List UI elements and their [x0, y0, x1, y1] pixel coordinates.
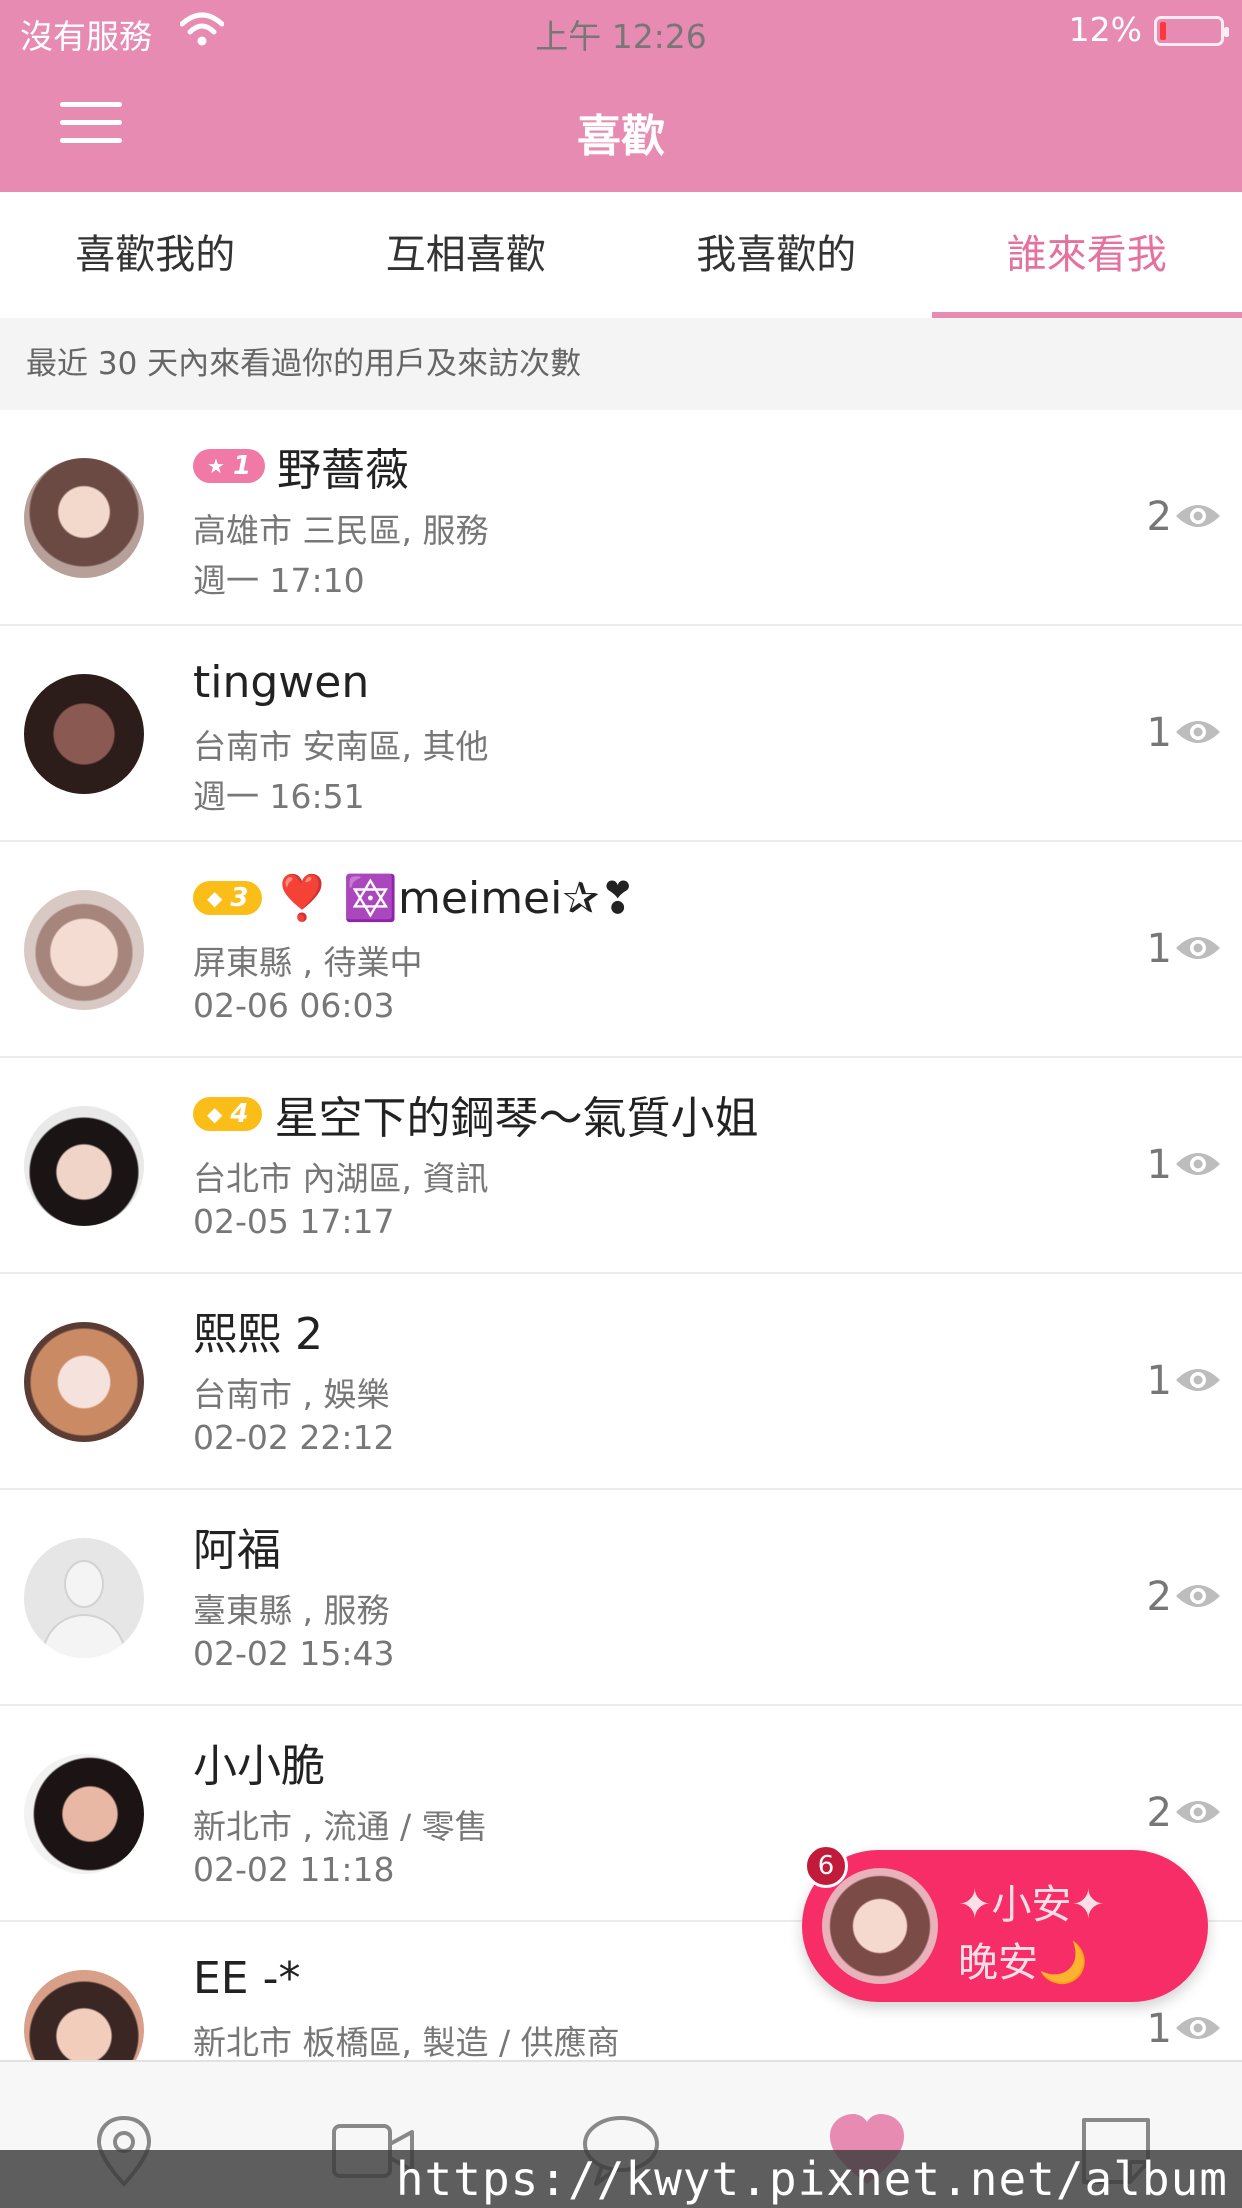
page-title: 喜歡 — [577, 111, 665, 162]
status-time: 上午 12:26 — [535, 17, 707, 56]
level-badge: ◆ 3 — [193, 881, 263, 915]
avatar[interactable] — [24, 1754, 144, 1874]
view-count: 2 — [1146, 1574, 1172, 1620]
visit-time: 02-02 15:43 — [193, 1634, 395, 1673]
user-name: EE -* — [193, 1952, 301, 2004]
user-name: 星空下的鋼琴～氣質小姐 — [274, 1093, 759, 1144]
tab-i-like[interactable]: 我喜歡的 — [621, 192, 932, 318]
view-count: 1 — [1146, 1358, 1172, 1404]
user-detail: 台南市 安南區, 其他 — [193, 727, 489, 766]
eye-icon — [1176, 1585, 1220, 1607]
visit-time: 02-06 06:03 — [193, 986, 395, 1025]
eye-icon — [1176, 937, 1220, 959]
level-badge: ◆ 4 — [193, 1097, 263, 1131]
visit-time: 02-05 17:17 — [193, 1202, 395, 1241]
tab-bar: 喜歡我的 互相喜歡 我喜歡的 誰來看我 — [0, 192, 1242, 318]
eye-icon — [1176, 721, 1220, 743]
avatar[interactable] — [24, 1322, 144, 1442]
diamond-icon: ◆ — [207, 886, 223, 910]
visit-time: 02-02 22:12 — [193, 1418, 395, 1457]
list-item[interactable]: 阿福 臺東縣 , 服務 02-02 15:43 2 — [0, 1490, 1242, 1706]
default-avatar-icon[interactable] — [24, 1538, 144, 1658]
list-item[interactable]: ◆ 3 ❣️ 🔯meimei✰❣ 屏東縣 , 待業中 02-06 06:03 1 — [0, 842, 1242, 1058]
chat-notification-bubble[interactable]: 6 ✦小安✦ 晚安🌙 — [802, 1844, 1208, 2002]
visitor-list: ★ 1 野薔薇 高雄市 三民區, 服務 週一 17:10 2 tingwen 台南… — [0, 410, 1242, 2060]
list-item[interactable]: ◆ 4 星空下的鋼琴～氣質小姐 台北市 內湖區, 資訊 02-05 17:17 1 — [0, 1058, 1242, 1274]
user-name: 熙熙 2 — [193, 1309, 323, 1360]
view-count: 1 — [1146, 1142, 1172, 1188]
list-item[interactable]: ★ 1 野薔薇 高雄市 三民區, 服務 週一 17:10 2 — [0, 410, 1242, 626]
avatar[interactable] — [24, 1970, 144, 2060]
avatar[interactable] — [24, 674, 144, 794]
visit-time: 週一 16:51 — [193, 777, 365, 816]
top-bar: 沒有服務 上午 12:26 12% 喜歡 — [0, 0, 1242, 192]
battery-percent: 12% — [1068, 10, 1142, 49]
star-icon: ★ — [207, 454, 225, 478]
user-name: 野薔薇 — [277, 445, 410, 496]
list-item[interactable]: 熙熙 2 台南市 , 娛樂 02-02 22:12 1 — [0, 1274, 1242, 1490]
view-count: 2 — [1146, 1790, 1172, 1836]
user-detail: 新北市 , 流通 / 零售 — [193, 1807, 488, 1846]
tab-likes-me[interactable]: 喜歡我的 — [0, 192, 311, 318]
unread-count-badge: 6 — [804, 1844, 848, 1888]
view-count: 1 — [1146, 926, 1172, 972]
eye-icon — [1176, 1153, 1220, 1175]
view-count: 2 — [1146, 494, 1172, 540]
user-name: 阿福 — [193, 1525, 281, 1576]
user-name: ❣️ 🔯meimei✰❣ — [274, 873, 637, 924]
eye-icon — [1176, 505, 1220, 527]
watermark-url: https://kwyt.pixnet.net/album — [0, 2150, 1242, 2208]
eye-icon — [1176, 1369, 1220, 1391]
eye-icon — [1176, 2017, 1220, 2039]
level-badge: ★ 1 — [193, 449, 266, 483]
visit-time: 02-02 11:18 — [193, 1850, 395, 1889]
avatar[interactable] — [24, 890, 144, 1010]
visit-time: 週一 17:10 — [193, 561, 365, 600]
user-name: 小小脆 — [193, 1741, 325, 1792]
bubble-sender: ✦小安✦ — [958, 1882, 1106, 1928]
battery-icon — [1154, 16, 1229, 46]
tab-mutual-likes[interactable]: 互相喜歡 — [311, 192, 622, 318]
user-detail: 新北市 板橋區, 製造 / 供應商 — [193, 2023, 620, 2060]
user-detail: 台南市 , 娛樂 — [193, 1375, 390, 1414]
list-item[interactable]: tingwen 台南市 安南區, 其他 週一 16:51 1 — [0, 626, 1242, 842]
diamond-icon: ◆ — [207, 1102, 223, 1126]
status-bar: 沒有服務 上午 12:26 12% — [0, 0, 1242, 62]
user-detail: 台北市 內湖區, 資訊 — [193, 1159, 489, 1198]
user-detail: 屏東縣 , 待業中 — [193, 943, 423, 982]
avatar[interactable] — [24, 458, 144, 578]
user-name: tingwen — [193, 656, 370, 708]
visitors-notice: 最近 30 天內來看過你的用戶及來訪次數 — [0, 318, 1242, 410]
view-count: 1 — [1146, 2006, 1172, 2052]
bubble-avatar — [822, 1868, 938, 1984]
user-detail: 高雄市 三民區, 服務 — [193, 511, 489, 550]
bubble-message: 晚安🌙 — [958, 1940, 1088, 1986]
view-count: 1 — [1146, 710, 1172, 756]
user-detail: 臺東縣 , 服務 — [193, 1591, 390, 1630]
tab-visitors[interactable]: 誰來看我 — [931, 192, 1242, 318]
avatar[interactable] — [24, 1106, 144, 1226]
eye-icon — [1176, 1801, 1220, 1823]
